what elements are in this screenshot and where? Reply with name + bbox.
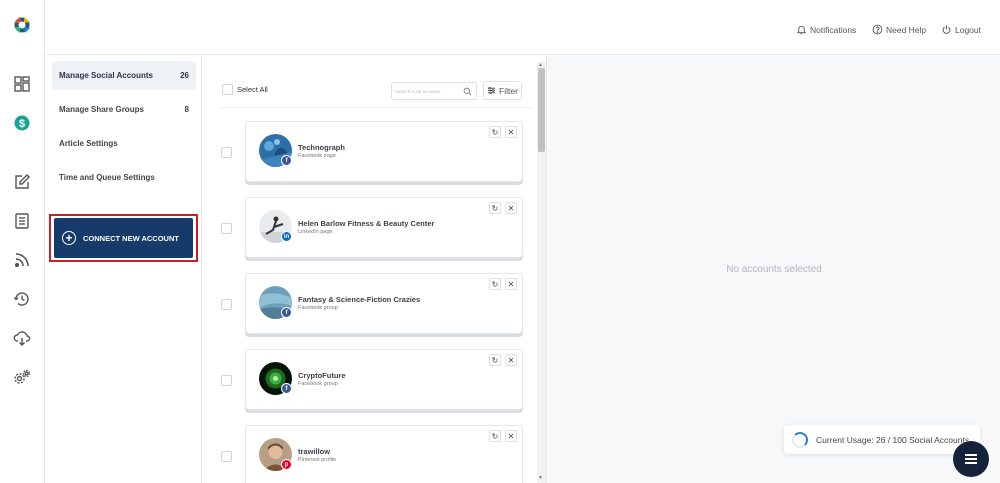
- app-logo[interactable]: [11, 13, 33, 37]
- top-header: Notifications Need Help Logout: [46, 0, 1000, 55]
- notifications-link[interactable]: Notifications: [796, 24, 856, 35]
- close-icon[interactable]: ✕: [505, 354, 517, 366]
- nav-item-time-and-queue-settings[interactable]: Time and Queue Settings: [52, 163, 196, 192]
- refresh-icon[interactable]: ↻: [489, 354, 501, 366]
- usage-spinner-icon: [792, 431, 808, 448]
- account-name: Technograph: [298, 143, 345, 152]
- icon-rail: $: [0, 0, 45, 483]
- account-name: trawillow: [298, 447, 331, 456]
- need-help-link[interactable]: Need Help: [872, 24, 926, 35]
- compose-icon[interactable]: [13, 173, 31, 191]
- connect-button-highlight: + CONNECT NEW ACCOUNT: [49, 214, 198, 262]
- gears-icon[interactable]: [13, 368, 31, 386]
- dashboard-icon[interactable]: [13, 75, 31, 93]
- account-type: Facebook page: [298, 153, 336, 159]
- account-card[interactable]: f Technograph Facebook page ↻ ✕: [245, 121, 523, 182]
- refresh-icon[interactable]: ↻: [489, 126, 501, 138]
- settings-nav: Manage Social Accounts 26 Manage Share G…: [46, 56, 202, 483]
- search-icon: [463, 87, 472, 95]
- account-checkbox[interactable]: [221, 375, 232, 386]
- divider: [220, 107, 532, 108]
- account-type: LinkedIn page: [298, 229, 333, 235]
- select-all[interactable]: Select All: [222, 84, 268, 95]
- pinterest-icon: p: [281, 459, 292, 470]
- close-icon[interactable]: ✕: [505, 202, 517, 214]
- nav-item-manage-social-accounts[interactable]: Manage Social Accounts 26: [52, 61, 196, 90]
- nav-item-count: 8: [184, 105, 189, 114]
- nav-item-label: Manage Share Groups: [59, 105, 144, 114]
- sliders-icon: [487, 86, 496, 95]
- account-type: Facebook group: [298, 305, 338, 311]
- facebook-icon: f: [281, 307, 292, 318]
- account-type: Pinterest profile: [298, 457, 337, 463]
- account-card[interactable]: p trawillow Pinterest profile ↻ ✕: [245, 425, 523, 483]
- scrollbar-thumb[interactable]: [538, 68, 545, 152]
- usage-indicator: Current Usage: 26 / 100 Social Accounts: [784, 425, 980, 454]
- accounts-scrollbar[interactable]: ▲ ▼: [537, 62, 546, 483]
- account-card[interactable]: f Fantasy & Science-Fiction Crazies Face…: [245, 273, 523, 334]
- logout-link[interactable]: Logout: [941, 24, 981, 35]
- rss-icon[interactable]: [13, 251, 31, 269]
- refresh-icon[interactable]: ↻: [489, 278, 501, 290]
- account-checkbox[interactable]: [221, 147, 232, 158]
- account-checkbox[interactable]: [221, 299, 232, 310]
- preview-area: No accounts selected Current Usage: 26 /…: [548, 56, 1000, 483]
- account-name: Fantasy & Science-Fiction Crazies: [298, 295, 421, 304]
- cloud-download-icon[interactable]: [13, 329, 31, 347]
- nav-item-label: Time and Queue Settings: [59, 173, 155, 182]
- nav-item-label: Manage Social Accounts: [59, 71, 153, 80]
- nav-item-count: 26: [180, 71, 189, 80]
- account-search-input[interactable]: Search in 26 accounts: [391, 82, 477, 100]
- empty-state-text: No accounts selected: [726, 264, 822, 275]
- menu-fab-button[interactable]: [953, 441, 989, 477]
- menu-icon: [965, 454, 977, 464]
- filter-button[interactable]: Filter: [483, 81, 522, 100]
- plus-circle-icon: +: [62, 231, 76, 245]
- svg-text:$: $: [19, 118, 25, 130]
- select-all-label: Select All: [237, 85, 268, 94]
- notifications-label: Notifications: [810, 24, 857, 35]
- articles-icon[interactable]: [13, 212, 31, 230]
- nav-item-article-settings[interactable]: Article Settings: [52, 129, 196, 158]
- accounts-panel: Select All Search in 26 accounts Filter …: [202, 56, 547, 483]
- refresh-icon[interactable]: ↻: [489, 202, 501, 214]
- nav-item-label: Article Settings: [59, 139, 118, 148]
- facebook-icon: f: [281, 155, 292, 166]
- connect-button-label: CONNECT NEW ACCOUNT: [83, 233, 179, 243]
- facebook-icon: f: [281, 383, 292, 394]
- logout-label: Logout: [955, 24, 981, 35]
- account-type: Facebook group: [298, 381, 338, 387]
- help-icon: [872, 24, 883, 35]
- dollar-icon[interactable]: $: [13, 114, 31, 132]
- account-checkbox[interactable]: [221, 451, 232, 462]
- connect-new-account-button[interactable]: + CONNECT NEW ACCOUNT: [54, 218, 193, 258]
- need-help-label: Need Help: [886, 24, 927, 35]
- account-name: Helen Barlow Fitness & Beauty Center: [298, 219, 435, 228]
- select-all-checkbox[interactable]: [222, 84, 233, 95]
- search-placeholder: Search in 26 accounts: [396, 88, 441, 94]
- bell-icon: [796, 25, 807, 35]
- close-icon[interactable]: ✕: [505, 430, 517, 442]
- linkedin-icon: in: [281, 231, 292, 242]
- account-name: CryptoFuture: [298, 371, 346, 380]
- account-checkbox[interactable]: [221, 223, 232, 234]
- refresh-icon[interactable]: ↻: [489, 430, 501, 442]
- close-icon[interactable]: ✕: [505, 126, 517, 138]
- power-icon: [942, 25, 951, 34]
- schedule-icon[interactable]: [13, 290, 31, 308]
- account-card[interactable]: f CryptoFuture Facebook group ↻ ✕: [245, 349, 523, 410]
- usage-text: Current Usage: 26 / 100 Social Accounts: [816, 434, 970, 445]
- scroll-down-arrow[interactable]: ▼: [538, 475, 543, 481]
- close-icon[interactable]: ✕: [505, 278, 517, 290]
- nav-item-manage-share-groups[interactable]: Manage Share Groups 8: [52, 95, 196, 124]
- account-card[interactable]: in Helen Barlow Fitness & Beauty Center …: [245, 197, 523, 258]
- filter-label: Filter: [499, 85, 518, 96]
